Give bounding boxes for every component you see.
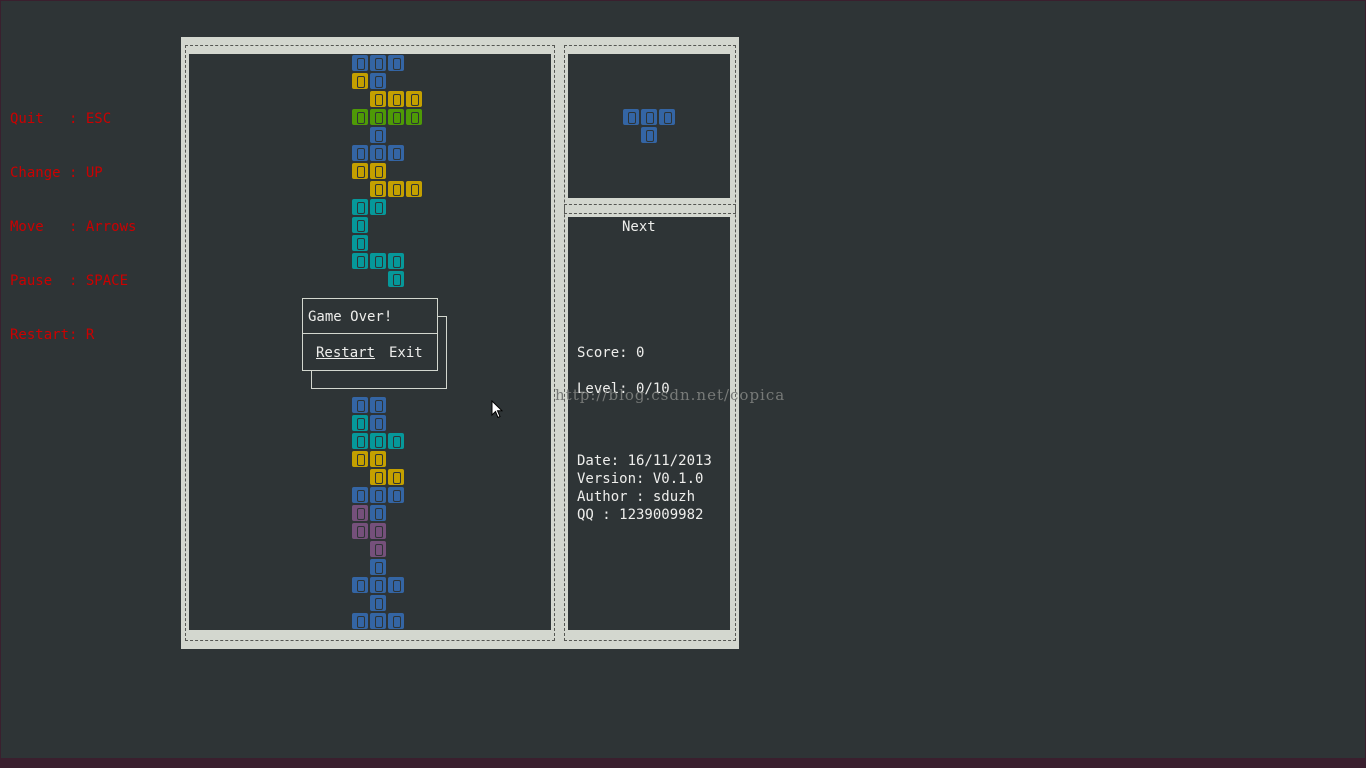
- dialog-divider: [303, 333, 437, 334]
- game-over-dialog: Game Over! Restart Exit: [302, 298, 438, 371]
- board-block: [406, 181, 422, 197]
- board-block: [388, 613, 404, 629]
- board-block: [370, 523, 386, 539]
- board-block: [370, 397, 386, 413]
- board-block: [370, 433, 386, 449]
- mouse-cursor-icon: [491, 399, 504, 423]
- game-frame: [181, 37, 739, 649]
- version-text: Version: V0.1.0: [577, 471, 704, 487]
- score-text: Score: 0: [577, 345, 645, 361]
- board-block: [370, 253, 386, 269]
- board-block: [370, 541, 386, 557]
- board-block: [352, 577, 368, 593]
- next-label: Next: [622, 219, 656, 235]
- help-line-quit: Quit : ESC: [10, 111, 112, 127]
- next-piece-block: [641, 109, 657, 125]
- next-piece-block: [659, 109, 675, 125]
- board-block: [406, 109, 422, 125]
- exit-button[interactable]: Exit: [389, 345, 423, 361]
- next-piece-box: [568, 54, 730, 198]
- board-block: [352, 55, 368, 71]
- board-block: [370, 505, 386, 521]
- board-block: [370, 487, 386, 503]
- board-block: [370, 469, 386, 485]
- date-text: Date: 16/11/2013: [577, 453, 712, 469]
- qq-text: QQ : 1239009982: [577, 507, 704, 523]
- board-block: [370, 595, 386, 611]
- help-line-move: Move : Arrows: [10, 219, 137, 235]
- next-piece-block: [641, 127, 657, 143]
- board-block: [388, 253, 404, 269]
- board-block: [370, 109, 386, 125]
- next-piece-block: [623, 109, 639, 125]
- board-block: [370, 415, 386, 431]
- board-block: [352, 523, 368, 539]
- info-panel: [568, 217, 730, 630]
- board-block: [370, 145, 386, 161]
- board-block: [352, 505, 368, 521]
- board-block: [388, 271, 404, 287]
- board-block: [370, 91, 386, 107]
- board-block: [388, 577, 404, 593]
- restart-button[interactable]: Restart: [316, 345, 375, 361]
- board-block: [370, 199, 386, 215]
- board-block: [352, 109, 368, 125]
- board-block: [352, 235, 368, 251]
- board-block: [388, 433, 404, 449]
- watermark: http://blog.csdn.net/copica: [555, 386, 786, 404]
- board-block: [370, 613, 386, 629]
- next-separator: [564, 204, 736, 214]
- board-block: [370, 73, 386, 89]
- author-text: Author : sduzh: [577, 489, 696, 505]
- board-block: [370, 163, 386, 179]
- board-block: [388, 469, 404, 485]
- board-block: [388, 145, 404, 161]
- board-block: [370, 559, 386, 575]
- board-block: [388, 181, 404, 197]
- board-block: [370, 181, 386, 197]
- help-line-change: Change : UP: [10, 165, 103, 181]
- board-block: [352, 253, 368, 269]
- board-block: [388, 109, 404, 125]
- board-block: [352, 433, 368, 449]
- board-block: [352, 199, 368, 215]
- board-block: [352, 163, 368, 179]
- help-line-restart: Restart: R: [10, 327, 95, 343]
- board-block: [370, 451, 386, 467]
- board-block: [352, 487, 368, 503]
- board-block: [352, 415, 368, 431]
- board-block: [388, 487, 404, 503]
- board-block: [388, 91, 404, 107]
- board-block: [406, 91, 422, 107]
- board-block: [388, 55, 404, 71]
- board-block: [352, 145, 368, 161]
- board-block: [370, 577, 386, 593]
- controls-help: Quit : ESC Change : UP Move : Arrows Pau…: [10, 74, 136, 362]
- board-block: [352, 613, 368, 629]
- board-block: [370, 55, 386, 71]
- board-block: [352, 217, 368, 233]
- board-block: [370, 127, 386, 143]
- board-block: [352, 397, 368, 413]
- board-block: [352, 451, 368, 467]
- dialog-title: Game Over!: [308, 309, 393, 325]
- board-block: [352, 73, 368, 89]
- help-line-pause: Pause : SPACE: [10, 273, 129, 289]
